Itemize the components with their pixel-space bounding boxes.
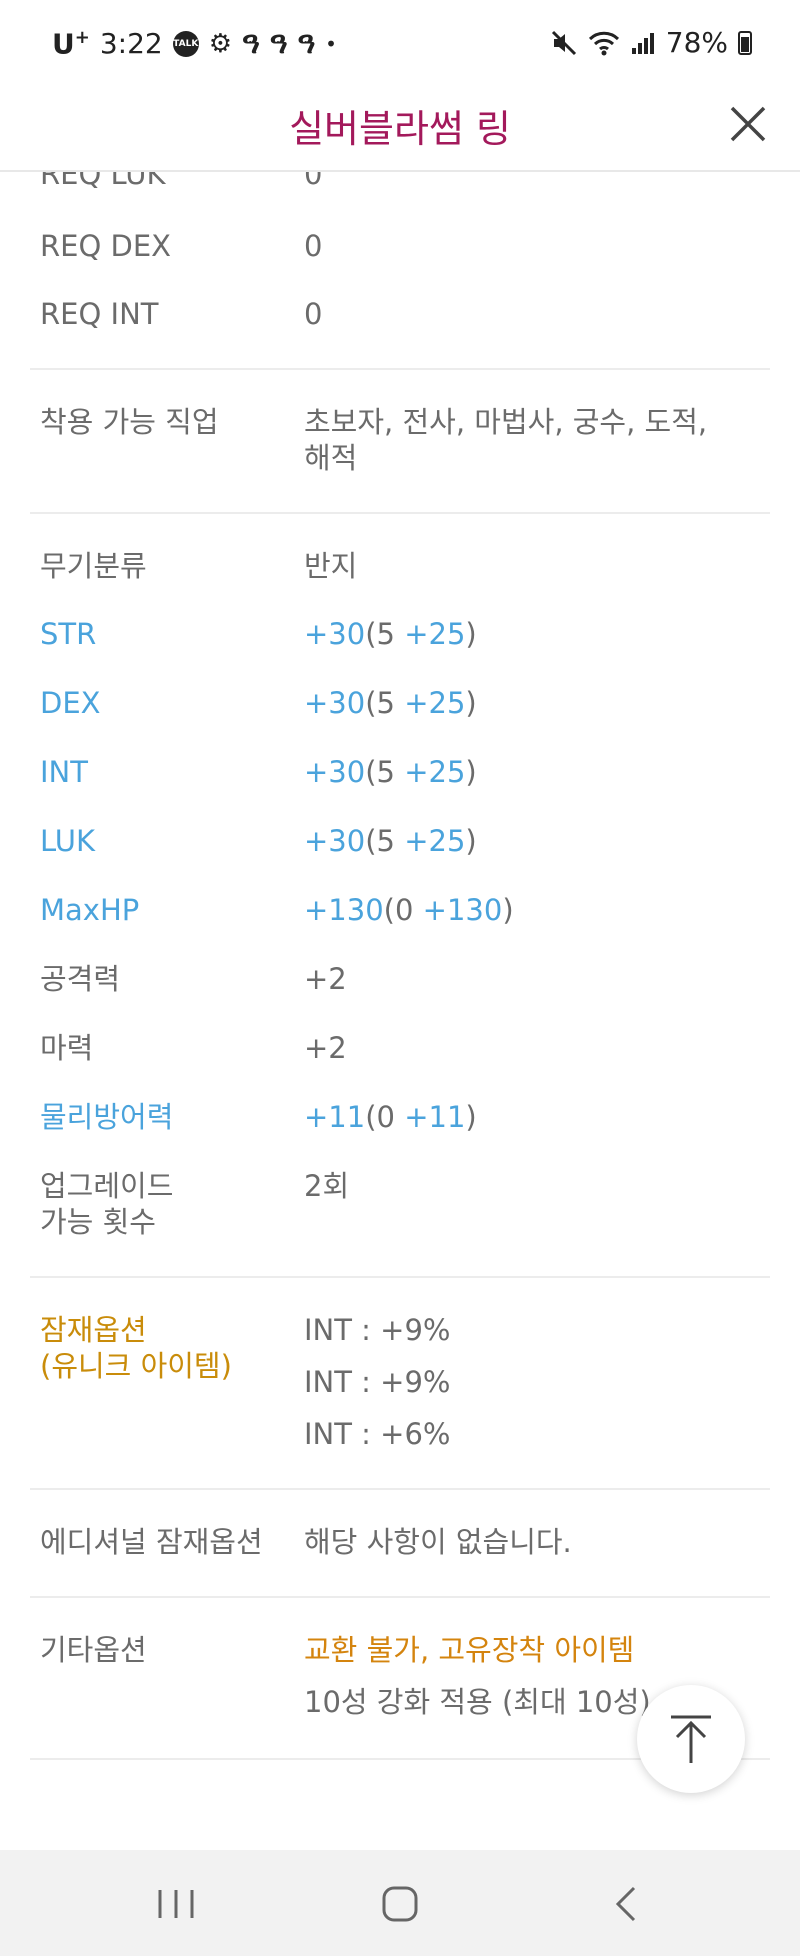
divider bbox=[30, 512, 770, 514]
mute-icon bbox=[551, 30, 576, 55]
app-header: 실버블라썸 링 bbox=[0, 84, 800, 172]
potential-label: 잠재옵션 (유니크 아이템) bbox=[40, 1313, 232, 1383]
defense-value: +11(0 +11) bbox=[304, 1100, 477, 1134]
req-int-value: 0 bbox=[304, 297, 323, 331]
divider bbox=[30, 1488, 770, 1490]
arrow-up-icon bbox=[671, 1715, 711, 1763]
stat-label: INT bbox=[40, 755, 88, 789]
upgrade-value: 2회 bbox=[304, 1169, 350, 1203]
notification-icon-1: ዓ bbox=[242, 26, 260, 61]
page-title: 실버블라썸 링 bbox=[289, 107, 511, 151]
req-dex-value: 0 bbox=[304, 229, 323, 263]
req-int-label: REQ INT bbox=[40, 297, 159, 331]
stat-label: MaxHP bbox=[40, 893, 140, 927]
additional-potential-label: 에디셔널 잠재옵션 bbox=[40, 1525, 263, 1559]
magic-label: 마력 bbox=[40, 1031, 94, 1065]
back-button[interactable] bbox=[596, 1880, 656, 1928]
category-label: 무기분류 bbox=[40, 549, 147, 583]
potential-option: INT : +6% bbox=[304, 1417, 451, 1451]
potential-option: INT : +9% bbox=[304, 1365, 451, 1399]
potential-options: INT : +9% INT : +9% INT : +6% bbox=[304, 1304, 774, 1460]
divider bbox=[30, 1596, 770, 1598]
notification-icon-2: ዓ bbox=[269, 26, 288, 61]
divider bbox=[30, 368, 770, 370]
recent-apps-icon bbox=[158, 1890, 194, 1918]
stat-label: DEX bbox=[40, 686, 101, 720]
jobs-value: 초보자, 전사, 마법사, 궁수, 도적, 해적 bbox=[304, 405, 708, 475]
close-icon bbox=[730, 106, 766, 142]
wifi-icon bbox=[588, 31, 619, 55]
magic-value: +2 bbox=[304, 1031, 347, 1065]
home-button[interactable] bbox=[370, 1880, 430, 1928]
potential-option: INT : +9% bbox=[304, 1313, 451, 1347]
signal-icon bbox=[631, 32, 654, 54]
req-dex-label: REQ DEX bbox=[40, 229, 172, 263]
close-button[interactable] bbox=[726, 102, 770, 146]
stat-value: +30(5 +25) bbox=[304, 686, 477, 720]
more-notifications-dot: • bbox=[325, 31, 337, 56]
status-left: U+ 3:22 TALK ⚙ ዓ ዓ ዓ • bbox=[52, 26, 337, 61]
attack-value: +2 bbox=[304, 962, 347, 996]
attack-label: 공격력 bbox=[40, 962, 121, 996]
jobs-label: 착용 가능 직업 bbox=[40, 405, 219, 439]
gear-icon: ⚙ bbox=[208, 28, 233, 59]
category-value: 반지 bbox=[304, 549, 358, 583]
scroll-to-top-button[interactable] bbox=[637, 1685, 745, 1793]
battery-percent: 78% bbox=[665, 26, 728, 59]
clock: 3:22 bbox=[99, 27, 163, 60]
stat-value: +130(0 +130) bbox=[304, 893, 514, 927]
status-bar: U+ 3:22 TALK ⚙ ዓ ዓ ዓ • 78% bbox=[0, 0, 800, 84]
kakaotalk-icon: TALK bbox=[172, 30, 199, 57]
home-icon bbox=[382, 1886, 418, 1922]
system-navigation-bar bbox=[0, 1850, 800, 1956]
recent-apps-button[interactable] bbox=[146, 1880, 206, 1928]
other-options-label: 기타옵션 bbox=[40, 1633, 147, 1667]
stat-value: +30(5 +25) bbox=[304, 617, 477, 651]
battery-icon bbox=[738, 30, 752, 55]
item-details: REQ LUK 0 REQ DEX 0 REQ INT 0 착용 가능 직업 초… bbox=[0, 172, 800, 1850]
divider bbox=[30, 1276, 770, 1278]
req-luk-label: REQ LUK bbox=[40, 172, 166, 191]
defense-label: 물리방어력 bbox=[40, 1100, 174, 1134]
stat-value: +30(5 +25) bbox=[304, 824, 477, 858]
back-icon bbox=[615, 1886, 636, 1922]
stat-value: +30(5 +25) bbox=[304, 755, 477, 789]
carrier-label: U+ bbox=[52, 26, 90, 61]
status-right: 78% bbox=[550, 26, 752, 59]
req-luk-value: 0 bbox=[304, 172, 323, 191]
stat-label: STR bbox=[40, 617, 97, 651]
additional-potential-value: 해당 사항이 없습니다. bbox=[304, 1525, 572, 1559]
notification-icon-3: ዓ bbox=[297, 26, 316, 61]
upgrade-label: 업그레이드 가능 횟수 bbox=[40, 1169, 174, 1239]
stat-label: LUK bbox=[40, 824, 95, 858]
